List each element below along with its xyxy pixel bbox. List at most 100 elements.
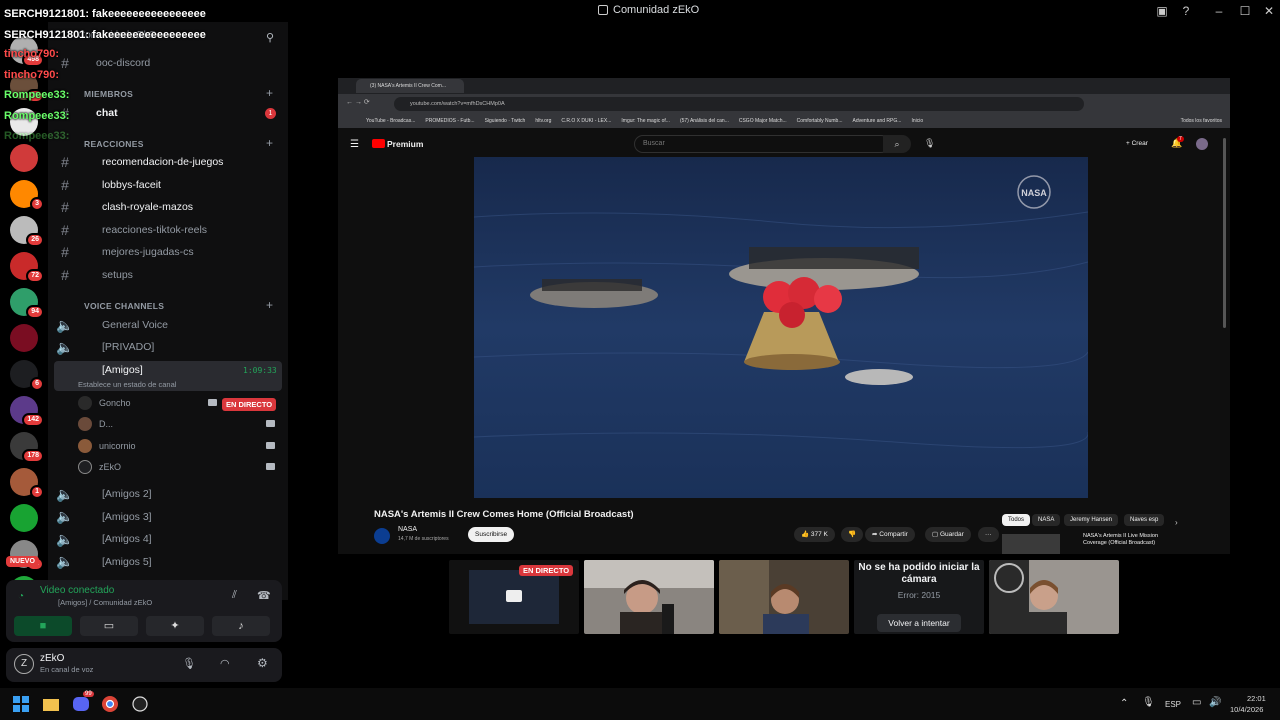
- voice-user[interactable]: Goncho: [78, 394, 131, 412]
- server-icon[interactable]: [10, 144, 38, 172]
- chips-next-icon[interactable]: ›: [1175, 518, 1178, 527]
- bookmark-item[interactable]: Inicio: [911, 118, 923, 124]
- signal-icon[interactable]: ◔: [18, 591, 24, 602]
- camera-tile-user[interactable]: [719, 560, 849, 634]
- channel-chat[interactable]: # chat: [54, 103, 282, 123]
- voice-user[interactable]: D...: [78, 415, 113, 433]
- bookmark-item[interactable]: hltv.org: [535, 118, 551, 124]
- bookmark-item[interactable]: Comfortably Numb...: [797, 118, 843, 124]
- help-icon[interactable]: ?: [1177, 4, 1195, 18]
- discord-icon[interactable]: [73, 696, 89, 712]
- recommended-thumbnail[interactable]: [1002, 534, 1060, 554]
- channel-item[interactable]: # recomendacion-de-juegos: [54, 152, 282, 172]
- category-members[interactable]: MIEMBROS: [84, 89, 133, 99]
- clock-date[interactable]: 10/4/2026: [1230, 705, 1263, 714]
- channel-name[interactable]: NASA: [398, 526, 417, 533]
- voice-user[interactable]: zEkO: [78, 458, 121, 476]
- server-icon[interactable]: 26: [10, 216, 44, 247]
- voice-user[interactable]: unicornio: [78, 437, 136, 455]
- search-icon[interactable]: ⌕: [883, 135, 911, 153]
- category-voice[interactable]: VOICE CHANNELS: [84, 301, 164, 311]
- screen-share-button[interactable]: ▭: [80, 616, 138, 636]
- camera-tile-zeko[interactable]: [989, 560, 1119, 634]
- bookmark-item[interactable]: (57) Análisis del can...: [680, 118, 729, 124]
- video-player[interactable]: NASA: [474, 157, 1088, 498]
- disconnect-icon[interactable]: ☎: [257, 589, 271, 602]
- server-icon[interactable]: 3: [10, 180, 44, 211]
- filter-chip[interactable]: NASA: [1032, 514, 1061, 526]
- soundboard-button[interactable]: ♪: [212, 616, 270, 636]
- headphones-icon[interactable]: ◠: [220, 657, 230, 670]
- voice-channel-item[interactable]: 🔈 [Amigos 3]: [54, 507, 282, 527]
- camera-tile-goncho[interactable]: [584, 560, 714, 634]
- start-icon[interactable]: [13, 696, 29, 712]
- voice-channel-item[interactable]: 🔈 [Amigos 5]: [54, 552, 282, 572]
- bookmark-item[interactable]: CSGO Major Match...: [739, 118, 787, 124]
- volume-icon[interactable]: 🔊: [1209, 697, 1221, 708]
- share-button[interactable]: ➦ Compartir: [865, 527, 915, 542]
- dislike-button[interactable]: 👎: [841, 527, 864, 542]
- user-avatar[interactable]: Z: [14, 654, 34, 674]
- stream-browser-window[interactable]: (3) NASA's Artemis II Crew Com... ← → ⟳ …: [338, 78, 1230, 554]
- new-badge[interactable]: NUEVO: [6, 556, 39, 567]
- bookmark-item[interactable]: Siguiendo · Twitch: [485, 118, 526, 124]
- bookmark-item[interactable]: YouTube - Broadcas...: [366, 118, 415, 124]
- voice-channel-path[interactable]: [Amigos] / Comunidad zEkO: [58, 598, 152, 607]
- channel-ooc[interactable]: # ooc-discord: [54, 53, 282, 73]
- channel-avatar[interactable]: [374, 528, 390, 544]
- youtube-search-input[interactable]: Buscar: [634, 135, 890, 153]
- inbox-icon[interactable]: ▣: [1153, 4, 1171, 18]
- obs-icon[interactable]: [132, 696, 148, 712]
- server-icon[interactable]: [10, 504, 38, 532]
- server-icon[interactable]: 178: [10, 432, 44, 463]
- server-icon[interactable]: 72: [10, 252, 44, 283]
- activities-button[interactable]: ✦: [146, 616, 204, 636]
- network-icon[interactable]: ▭: [1192, 697, 1201, 708]
- mic-tray-icon[interactable]: 🎙: [1142, 697, 1155, 708]
- minimize-button[interactable]: –: [1210, 4, 1228, 18]
- tray-expand-icon[interactable]: ⌃: [1120, 698, 1128, 709]
- camera-toggle-button[interactable]: ■: [14, 616, 72, 636]
- voice-general[interactable]: 🔈 General Voice: [54, 315, 282, 335]
- subscribe-button[interactable]: Suscribirse: [468, 527, 515, 542]
- chrome-icon[interactable]: [102, 696, 118, 712]
- account-avatar[interactable]: [1196, 138, 1208, 150]
- microphone-icon[interactable]: 🎙: [182, 657, 196, 670]
- bookmark-item[interactable]: C.R.O X DUKI - LEX...: [561, 118, 611, 124]
- noise-suppression-icon[interactable]: ⫽: [232, 589, 237, 602]
- page-scrollbar[interactable]: [1223, 138, 1226, 328]
- file-explorer-icon[interactable]: [43, 696, 59, 712]
- url-field[interactable]: youtube.com/watch?v=mfhDsCHMp0A: [394, 97, 1084, 111]
- channel-status[interactable]: Establece un estado de canal: [78, 380, 176, 389]
- create-button[interactable]: + Crear: [1126, 140, 1148, 147]
- clock-time[interactable]: 22:01: [1247, 694, 1266, 703]
- voice-privado[interactable]: 🔈 [PRIVADO]: [54, 337, 282, 357]
- server-icon[interactable]: 94: [10, 288, 44, 319]
- filter-chip[interactable]: Jeremy Hansen: [1064, 514, 1119, 526]
- like-button[interactable]: 👍 377 K: [794, 527, 835, 542]
- recommended-title[interactable]: NASA's Artemis II Live Mission Coverage …: [1083, 533, 1179, 547]
- close-button[interactable]: ✕: [1260, 4, 1278, 18]
- bookmark-item[interactable]: PROMEDIOS - Futb...: [425, 118, 474, 124]
- channel-item[interactable]: # mejores-jugadas-cs: [54, 242, 282, 262]
- add-member-icon[interactable]: ⚲: [266, 31, 274, 44]
- language-indicator[interactable]: ESP: [1165, 700, 1181, 709]
- browser-tab[interactable]: (3) NASA's Artemis II Crew Com...: [356, 79, 464, 93]
- filter-chip[interactable]: Todos: [1002, 514, 1031, 526]
- nav-arrows-icon[interactable]: ← → ⟳: [346, 98, 370, 106]
- retry-button[interactable]: Volver a intentar: [877, 614, 961, 632]
- server-icon[interactable]: [10, 324, 38, 352]
- all-bookmarks[interactable]: Todos los favoritos: [1181, 118, 1222, 124]
- more-actions-button[interactable]: ···: [978, 527, 999, 542]
- save-button[interactable]: ▢ Guardar: [925, 527, 971, 542]
- channel-item[interactable]: # lobbys-faceit: [54, 175, 282, 195]
- voice-search-icon[interactable]: 🎙: [924, 138, 935, 149]
- server-icon[interactable]: 1: [10, 468, 44, 499]
- server-icon[interactable]: 6: [10, 360, 44, 391]
- channel-item[interactable]: # reacciones-tiktok-reels: [54, 220, 282, 240]
- server-icon[interactable]: 142: [10, 396, 44, 427]
- category-reactions[interactable]: REACCIONES: [84, 139, 144, 149]
- voice-channel-item[interactable]: 🔈 [Amigos 4]: [54, 529, 282, 549]
- voice-channel-item[interactable]: 🔈 [Amigos 2]: [54, 484, 282, 504]
- youtube-brand[interactable]: Premium: [387, 139, 423, 149]
